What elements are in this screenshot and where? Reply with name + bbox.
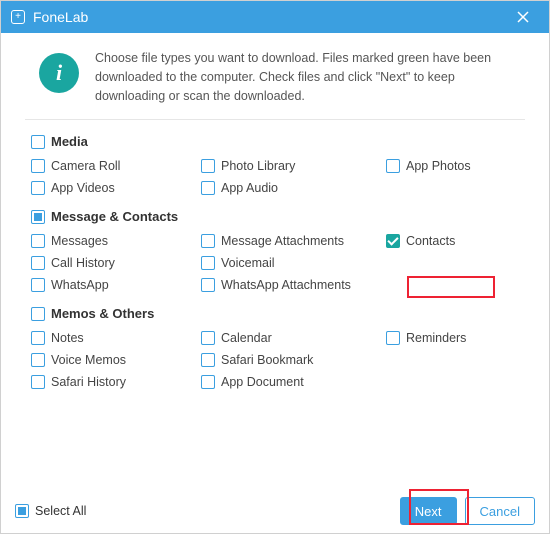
item-label: WhatsApp xyxy=(51,278,109,292)
cancel-button[interactable]: Cancel xyxy=(465,497,535,525)
section-header-messages[interactable]: Message & Contacts xyxy=(31,209,525,224)
item-label: Call History xyxy=(51,256,115,270)
item-label: Voice Memos xyxy=(51,353,126,367)
item-label: App Videos xyxy=(51,181,115,195)
section-header-memos[interactable]: Memos & Others xyxy=(31,306,525,321)
info-icon: i xyxy=(39,53,79,93)
item-calendar[interactable]: Calendar xyxy=(201,331,386,345)
item-messages[interactable]: Messages xyxy=(31,234,201,248)
checkbox[interactable] xyxy=(201,159,215,173)
memos-grid: Notes Calendar Reminders Voice Memos Saf… xyxy=(31,331,525,389)
item-contacts[interactable]: Contacts xyxy=(386,234,525,248)
checkbox[interactable] xyxy=(201,256,215,270)
checkbox[interactable] xyxy=(31,181,45,195)
item-safari-history[interactable]: Safari History xyxy=(31,375,201,389)
content-area: i Choose file types you want to download… xyxy=(1,33,549,389)
checkbox[interactable] xyxy=(386,234,400,248)
item-whatsapp-attachments[interactable]: WhatsApp Attachments xyxy=(201,278,386,292)
close-button[interactable] xyxy=(507,1,539,33)
item-label: Calendar xyxy=(221,331,272,345)
footer: Select All Next Cancel xyxy=(1,497,549,525)
app-window: FoneLab i Choose file types you want to … xyxy=(0,0,550,534)
close-icon xyxy=(516,10,530,24)
checkbox[interactable] xyxy=(31,159,45,173)
item-safari-bookmark[interactable]: Safari Bookmark xyxy=(201,353,386,367)
item-photo-library[interactable]: Photo Library xyxy=(201,159,386,173)
footer-buttons: Next Cancel xyxy=(400,497,535,525)
item-message-attachments[interactable]: Message Attachments xyxy=(201,234,386,248)
checkbox[interactable] xyxy=(386,331,400,345)
app-title: FoneLab xyxy=(33,9,507,25)
select-all-label: Select All xyxy=(35,504,86,518)
item-call-history[interactable]: Call History xyxy=(31,256,201,270)
item-reminders[interactable]: Reminders xyxy=(386,331,525,345)
item-label: Notes xyxy=(51,331,84,345)
checkbox[interactable] xyxy=(31,234,45,248)
item-label: App Document xyxy=(221,375,304,389)
checkbox[interactable] xyxy=(386,159,400,173)
item-label: Safari Bookmark xyxy=(221,353,313,367)
item-label: Voicemail xyxy=(221,256,275,270)
section-label: Memos & Others xyxy=(51,306,154,321)
checkbox[interactable] xyxy=(31,331,45,345)
checkbox[interactable] xyxy=(31,375,45,389)
media-grid: Camera Roll Photo Library App Photos App… xyxy=(31,159,525,195)
item-label: Camera Roll xyxy=(51,159,120,173)
checkbox-media-all[interactable] xyxy=(31,135,45,149)
item-label: Contacts xyxy=(406,234,455,248)
checkbox-memos-all[interactable] xyxy=(31,307,45,321)
item-camera-roll[interactable]: Camera Roll xyxy=(31,159,201,173)
messages-grid: Messages Message Attachments Contacts Ca… xyxy=(31,234,525,292)
checkbox[interactable] xyxy=(31,256,45,270)
item-voice-memos[interactable]: Voice Memos xyxy=(31,353,201,367)
item-app-document[interactable]: App Document xyxy=(201,375,386,389)
checkbox-messages-all[interactable] xyxy=(31,210,45,224)
section-label: Media xyxy=(51,134,88,149)
item-label: App Photos xyxy=(406,159,471,173)
item-label: Messages xyxy=(51,234,108,248)
item-app-audio[interactable]: App Audio xyxy=(201,181,386,195)
checkbox[interactable] xyxy=(201,353,215,367)
intro-row: i Choose file types you want to download… xyxy=(25,49,525,105)
checkbox[interactable] xyxy=(201,331,215,345)
item-app-photos[interactable]: App Photos xyxy=(386,159,525,173)
item-notes[interactable]: Notes xyxy=(31,331,201,345)
item-label: Message Attachments xyxy=(221,234,344,248)
checkbox-select-all[interactable] xyxy=(15,504,29,518)
item-app-videos[interactable]: App Videos xyxy=(31,181,201,195)
checkbox[interactable] xyxy=(201,181,215,195)
checkbox[interactable] xyxy=(201,234,215,248)
checkbox[interactable] xyxy=(201,375,215,389)
section-label: Message & Contacts xyxy=(51,209,178,224)
checkbox[interactable] xyxy=(31,353,45,367)
app-icon xyxy=(11,10,25,24)
item-label: WhatsApp Attachments xyxy=(221,278,351,292)
checkbox[interactable] xyxy=(31,278,45,292)
item-label: Safari History xyxy=(51,375,126,389)
intro-text: Choose file types you want to download. … xyxy=(95,49,525,105)
button-label: Cancel xyxy=(480,504,520,519)
divider xyxy=(25,119,525,120)
item-voicemail[interactable]: Voicemail xyxy=(201,256,386,270)
select-all[interactable]: Select All xyxy=(15,504,86,518)
titlebar: FoneLab xyxy=(1,1,549,33)
item-whatsapp[interactable]: WhatsApp xyxy=(31,278,201,292)
button-label: Next xyxy=(415,504,442,519)
item-label: Reminders xyxy=(406,331,466,345)
item-label: Photo Library xyxy=(221,159,295,173)
section-header-media[interactable]: Media xyxy=(31,134,525,149)
sections: Media Camera Roll Photo Library App Phot… xyxy=(25,134,525,389)
next-button[interactable]: Next xyxy=(400,497,457,525)
checkbox[interactable] xyxy=(201,278,215,292)
item-label: App Audio xyxy=(221,181,278,195)
